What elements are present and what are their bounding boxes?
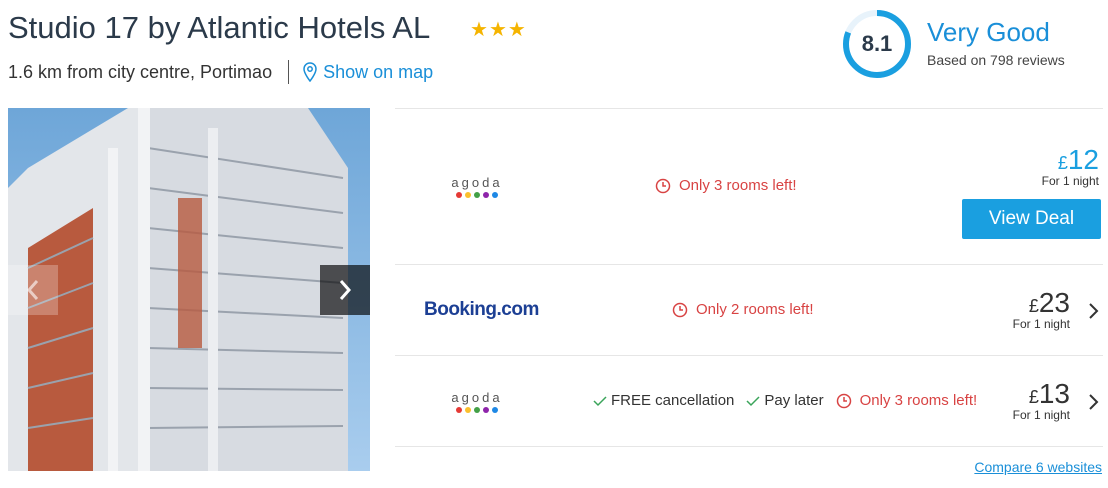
distance-text: 1.6 km from city centre, Portimao: [8, 61, 273, 82]
rating-score: 8.1: [861, 31, 893, 56]
feature-label: FREE cancellation: [611, 392, 735, 409]
photo-prev-button[interactable]: [8, 265, 58, 315]
price-amount: 12: [1067, 144, 1099, 175]
clock-icon: [836, 393, 851, 408]
chevron-right-icon: [339, 280, 352, 300]
rating-label: Very Good: [927, 17, 1050, 47]
price-currency: £: [1057, 153, 1068, 173]
star-rating: ★ ★ ★: [470, 20, 526, 40]
clock-icon: [655, 178, 671, 193]
deal-price[interactable]: £23 For 1 night: [1013, 287, 1070, 331]
free-cancellation-feature: FREE cancellation: [593, 392, 734, 409]
chevron-left-icon: [26, 280, 39, 300]
deal-row[interactable]: Booking.com Only 2 rooms left! £23 For 1…: [395, 265, 1103, 355]
location-line: 1.6 km from city centre, Portimao Show o…: [8, 60, 433, 84]
price-currency: £: [1028, 296, 1039, 316]
review-count: Based on 798 reviews: [927, 52, 1065, 68]
hotel-photo: [8, 108, 370, 471]
provider-name: Booking.com: [424, 299, 539, 320]
price-amount: 23: [1038, 287, 1070, 318]
show-on-map-label: Show on map: [323, 61, 434, 82]
availability-label: Only 2 rooms left!: [696, 301, 814, 318]
divider: [288, 60, 290, 84]
star-icon: ★: [470, 19, 488, 41]
compare-websites-link[interactable]: Compare 6 websites: [974, 459, 1102, 475]
availability-label: Only 3 rooms left!: [679, 177, 797, 194]
feature-label: Pay later: [764, 392, 824, 409]
clock-icon: [672, 302, 688, 317]
star-icon: ★: [507, 19, 526, 41]
availability-text: Only 3 rooms left!: [836, 392, 978, 409]
deal-row[interactable]: agoda FREE cancellation Pay later Only 3…: [395, 356, 1103, 446]
price-amount: 13: [1038, 378, 1070, 409]
hotel-photo-carousel[interactable]: [8, 108, 370, 471]
price-currency: £: [1028, 387, 1039, 407]
provider-name: agoda: [451, 175, 503, 190]
booking-logo: Booking.com: [424, 299, 539, 321]
pay-later-feature: Pay later: [746, 392, 824, 409]
availability-label: Only 3 rooms left!: [859, 392, 978, 409]
chevron-right-icon[interactable]: [1085, 392, 1101, 412]
availability-text: Only 3 rooms left!: [655, 177, 797, 194]
agoda-logo: agoda: [447, 390, 507, 413]
deal-price[interactable]: £13 For 1 night: [1013, 378, 1070, 422]
agoda-dots-icon: [447, 192, 507, 198]
chevron-right-icon[interactable]: [1085, 301, 1101, 321]
view-deal-button[interactable]: View Deal: [962, 199, 1101, 239]
photo-next-button[interactable]: [320, 265, 370, 315]
map-pin-icon: [303, 62, 317, 82]
provider-name: agoda: [451, 390, 503, 405]
price-per-night: For 1 night: [1041, 174, 1099, 188]
deal-row[interactable]: agoda Only 3 rooms left! £12 For 1 night: [395, 109, 1103, 264]
divider: [395, 446, 1103, 447]
availability-text: Only 2 rooms left!: [672, 301, 814, 318]
check-icon: [593, 395, 607, 406]
star-icon: ★: [488, 19, 507, 41]
rating-score-ring[interactable]: 8.1: [842, 9, 912, 79]
agoda-dots-icon: [447, 407, 507, 413]
agoda-logo: agoda: [447, 175, 507, 198]
show-on-map-link[interactable]: Show on map: [303, 62, 433, 83]
hotel-title[interactable]: Studio 17 by Atlantic Hotels AL: [8, 10, 430, 46]
price-per-night: For 1 night: [1012, 408, 1070, 422]
check-icon: [746, 395, 760, 406]
price-per-night: For 1 night: [1012, 317, 1070, 331]
deal-features: FREE cancellation Pay later Only 3 rooms…: [593, 392, 977, 409]
deal-price[interactable]: £12 For 1 night: [1042, 144, 1099, 188]
